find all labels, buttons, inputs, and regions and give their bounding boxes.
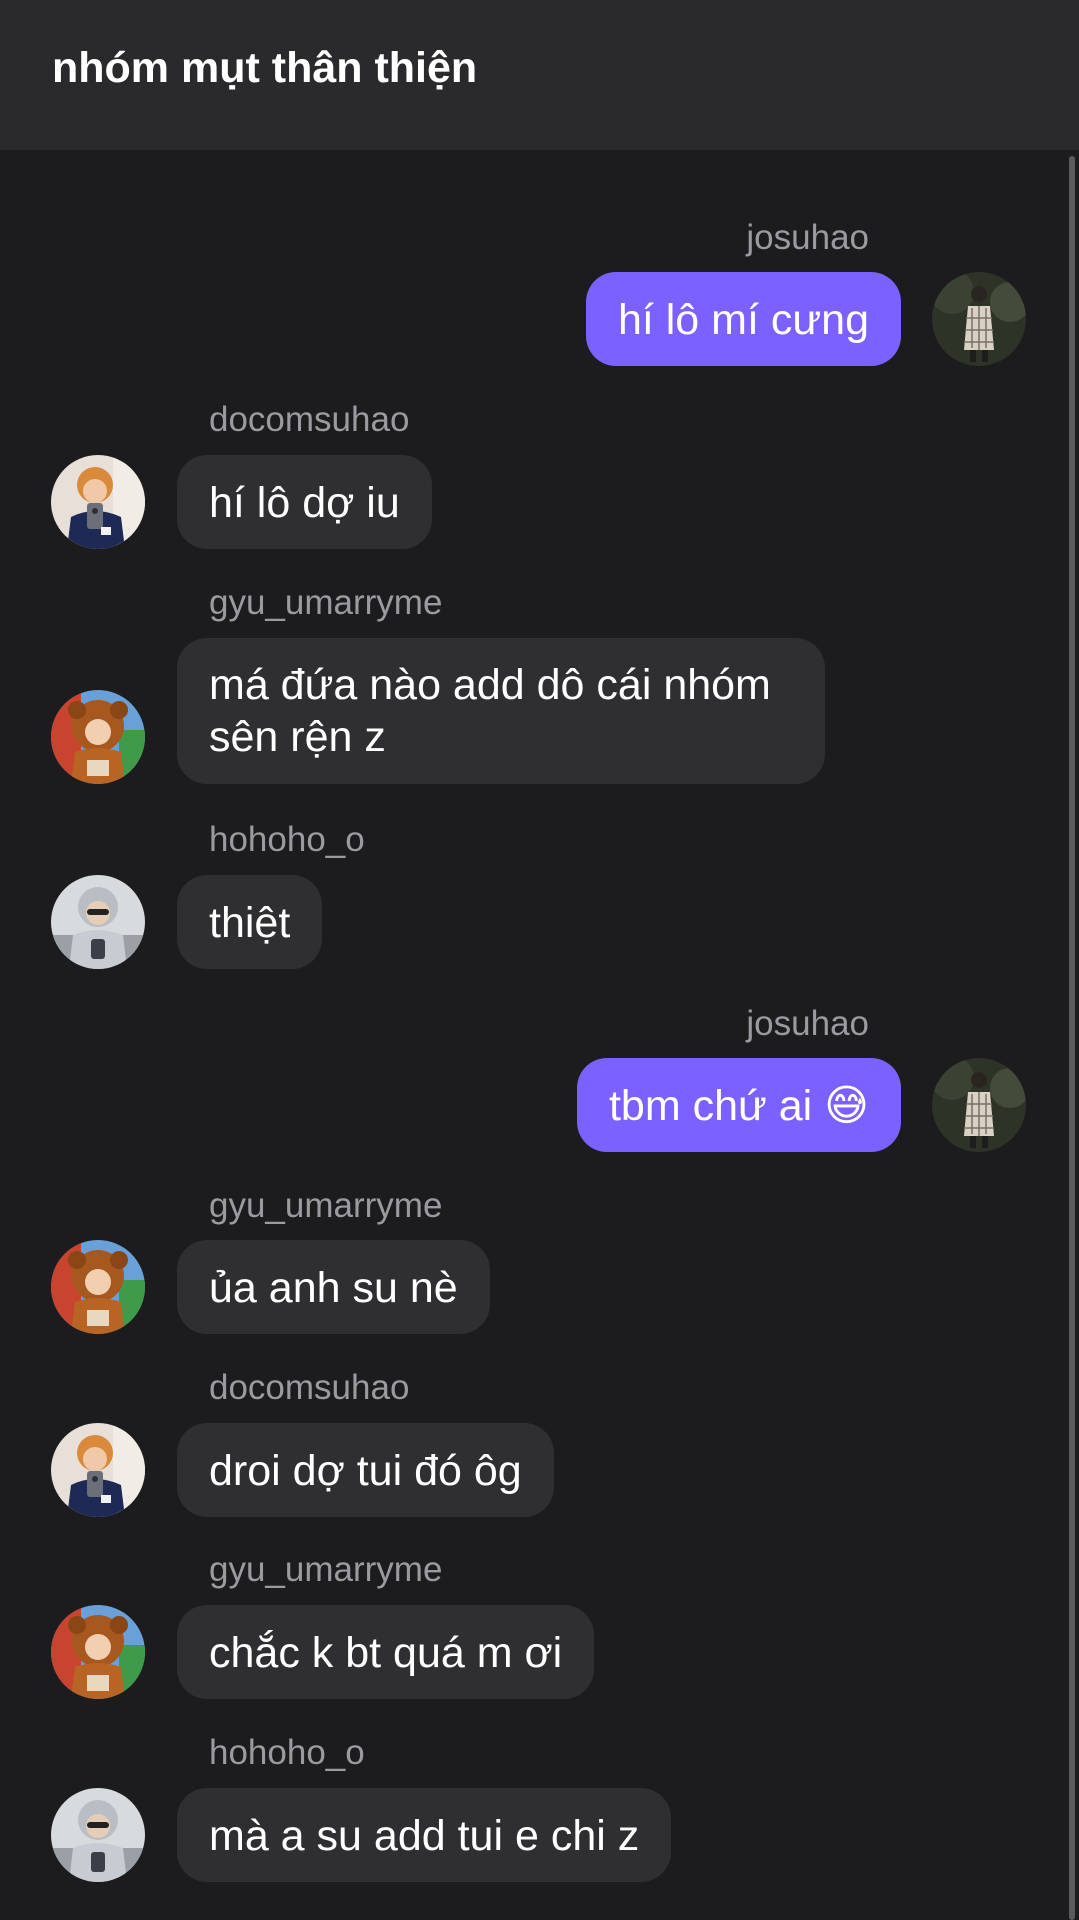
avatar-docomsuhao[interactable] [51, 455, 145, 549]
message-bubble-incoming[interactable]: chắc k bt quá m ơi [177, 1605, 595, 1699]
sender-name: gyu_umarryme [209, 583, 443, 622]
avatar-docomsuhao[interactable] [51, 1423, 145, 1517]
sender-name: josuhao [746, 1004, 869, 1043]
message-bubble-incoming[interactable]: ủa anh su nè [177, 1240, 490, 1334]
sender-name: docomsuhao [209, 1368, 410, 1407]
sender-name: docomsuhao [209, 400, 410, 439]
message-bubble-incoming[interactable]: má đứa nào add dô cái nhóm sên rện z [177, 638, 825, 784]
sender-name: hohoho_o [209, 820, 365, 859]
sender-name: hohoho_o [209, 1733, 365, 1772]
message-bubble-outgoing[interactable]: hí lô mí cưng [585, 272, 901, 366]
avatar-gyu[interactable] [51, 690, 145, 784]
message-bubble-incoming[interactable]: thiệt [177, 875, 323, 969]
message-bubble-incoming[interactable]: mà a su add tui e chi z [177, 1788, 672, 1882]
avatar-hohoho[interactable] [51, 1788, 145, 1882]
avatar-josuhao[interactable] [932, 272, 1026, 366]
message-bubble-incoming[interactable]: hí lô dợ iu [177, 455, 432, 549]
sender-name: josuhao [746, 218, 869, 257]
message-bubble-outgoing[interactable]: tbm chứ ai 😅 [576, 1058, 901, 1152]
avatar-gyu[interactable] [51, 1240, 145, 1334]
scrollbar-thumb[interactable] [1069, 156, 1075, 1920]
chat-header: nhóm mụt thân thiện [0, 0, 1079, 150]
sender-name: gyu_umarryme [209, 1186, 443, 1225]
avatar-josuhao[interactable] [932, 1058, 1026, 1152]
sender-name: gyu_umarryme [209, 1550, 443, 1589]
message-bubble-incoming[interactable]: droi dợ tui đó ôg [177, 1423, 554, 1517]
avatar-gyu[interactable] [51, 1605, 145, 1699]
group-title: nhóm mụt thân thiện [52, 44, 478, 92]
avatar-hohoho[interactable] [51, 875, 145, 969]
